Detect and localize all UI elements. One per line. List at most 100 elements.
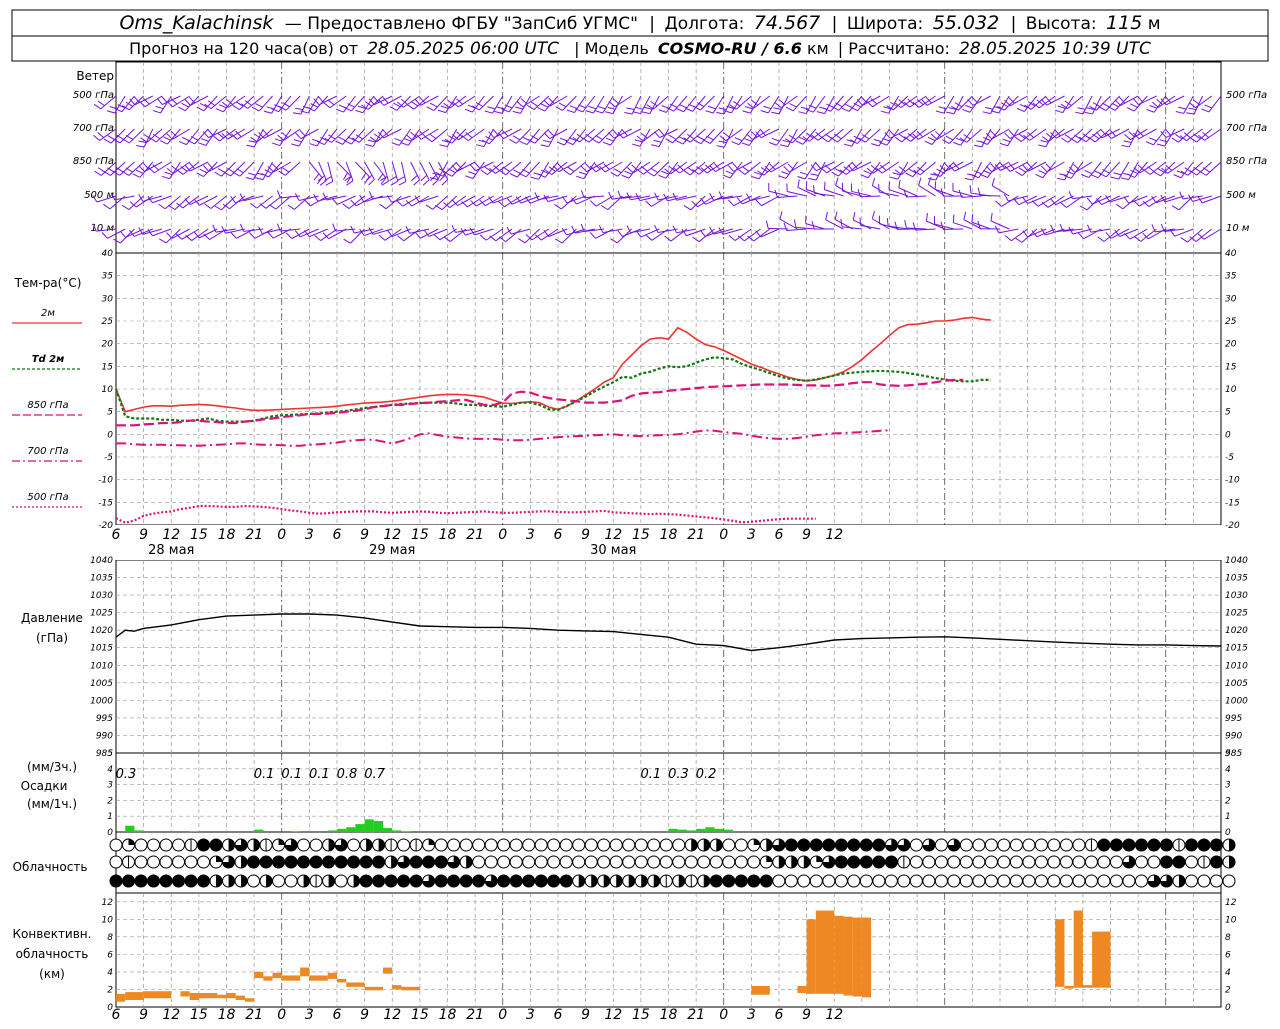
cloud-symbol <box>923 875 935 887</box>
wind-barb-feather <box>992 178 994 186</box>
cloud-symbol <box>373 875 385 887</box>
cloud-symbol-fill <box>229 875 235 887</box>
wind-barb-feather <box>481 170 487 175</box>
wind-barb-feather <box>928 137 935 140</box>
cloud-symbol <box>473 875 485 887</box>
wind-barb-feather <box>614 169 621 173</box>
wind-barb-feather <box>794 220 795 228</box>
precip-bar <box>724 830 733 832</box>
wind-barb-staff <box>723 229 742 234</box>
wind-barb-feather <box>557 142 564 145</box>
cloud-symbol <box>560 875 572 887</box>
cloud-symbol <box>273 875 285 887</box>
wind-barb-staff <box>154 162 171 173</box>
wind-barb-feather <box>596 135 603 139</box>
cloud-symbol-fill <box>1179 875 1185 887</box>
wind-barb-feather <box>603 142 610 145</box>
cloud-symbol <box>823 875 835 887</box>
cloud-symbol <box>848 839 860 851</box>
wind-barb-staff <box>961 129 973 145</box>
cloud-symbol <box>510 856 522 868</box>
x-tick-label: 21 <box>466 1007 484 1023</box>
cloud-symbol <box>323 856 335 868</box>
wind-barb-feather <box>1092 134 1099 139</box>
wind-barb-feather <box>822 137 829 142</box>
wind-barb-feather <box>120 231 125 237</box>
wind-barb-staff <box>596 229 614 238</box>
wind-barb-feather <box>1040 141 1048 143</box>
precip-value-label: 0.3 <box>116 767 137 782</box>
precip-bar <box>696 829 705 832</box>
x-tick-label: 0 <box>277 1007 286 1023</box>
cloud-symbol <box>960 839 972 851</box>
wind-barb-feather <box>427 107 434 111</box>
y-tick-label: 2 <box>1225 796 1231 806</box>
cloud-symbol-fill <box>1229 856 1235 868</box>
wind-barb-feather <box>214 206 221 210</box>
conv-cloud-bar <box>862 918 871 998</box>
wind-barb-feather <box>579 172 587 175</box>
wind-barb-staff <box>605 162 622 172</box>
wind-barb-staff <box>872 186 889 196</box>
wind-barb-feather <box>718 108 726 110</box>
wind-barb-feather <box>177 170 183 175</box>
wind-barb-feather <box>1176 111 1184 113</box>
cloud-symbol <box>610 856 622 868</box>
wind-barb-feather <box>411 175 417 180</box>
wind-barb-staff <box>286 96 300 110</box>
wind-barb-feather <box>742 143 750 146</box>
calc-label: | Рассчитано: <box>838 39 950 58</box>
wind-barb-feather <box>726 171 733 174</box>
cloud-symbol <box>185 875 197 887</box>
x-tick-label: 0 <box>498 1007 507 1023</box>
cloud-symbol <box>1048 839 1060 851</box>
cloud-symbol <box>735 839 747 851</box>
wind-barb-feather <box>1150 105 1157 108</box>
wind-barb-feather <box>926 213 927 221</box>
cloud-symbol <box>1185 839 1197 851</box>
wind-barb-feather <box>1023 230 1028 236</box>
y-tick-label: -5 <box>104 453 113 463</box>
wind-barb-feather <box>314 194 318 201</box>
x-tick-label: 18 <box>218 1007 236 1023</box>
wind-barb-staff <box>1139 196 1156 206</box>
wind-barb-feather <box>1129 132 1135 137</box>
wind-barb-feather <box>277 190 280 198</box>
x-tick-label: 12 <box>383 1007 401 1023</box>
cloud-symbol-fill <box>329 839 335 851</box>
meteogram: Oms_Kalachinsk — Предоставлено ФГБУ "Зап… <box>0 0 1280 1024</box>
cloud-symbol <box>410 856 422 868</box>
y-tick-label: 1040 <box>1225 556 1248 566</box>
cloud-symbol <box>1135 875 1147 887</box>
wind-barb-feather <box>654 140 662 142</box>
cloud-symbol <box>660 856 672 868</box>
cloud-symbol <box>535 856 547 868</box>
wind-barb-feather <box>598 106 606 108</box>
wind-barb-feather <box>1121 145 1129 147</box>
cloud-symbol <box>360 875 372 887</box>
cloud-symbol <box>623 839 635 851</box>
conv-cloud-bar <box>199 993 217 998</box>
wind-barb-feather <box>844 144 852 146</box>
wind-barb-staff <box>787 191 806 196</box>
cloud-symbol <box>848 875 860 887</box>
wind-barb-feather <box>1015 137 1021 142</box>
wind-barb-feather <box>939 107 947 109</box>
wind-barb-staff <box>744 229 760 241</box>
cloud-symbol <box>935 839 947 851</box>
wind-barb-feather <box>666 139 673 143</box>
wind-barb-feather <box>159 239 166 243</box>
wind-barb-feather <box>647 172 654 176</box>
cloud-symbol <box>1210 839 1222 851</box>
wind-barb-feather <box>1065 135 1072 139</box>
wind-barb-feather <box>779 100 785 105</box>
wind-barb-feather <box>618 230 623 236</box>
y-tick-label: 6 <box>1225 950 1231 960</box>
wind-barb-feather <box>320 180 326 185</box>
legend-label: 2м <box>41 308 55 319</box>
wind-barb-feather <box>1188 108 1196 109</box>
y-tick-label: 1010 <box>1225 661 1248 671</box>
cloud-symbol <box>798 839 810 851</box>
wind-barb-feather <box>480 235 486 240</box>
wind-barb-feather <box>944 163 949 169</box>
